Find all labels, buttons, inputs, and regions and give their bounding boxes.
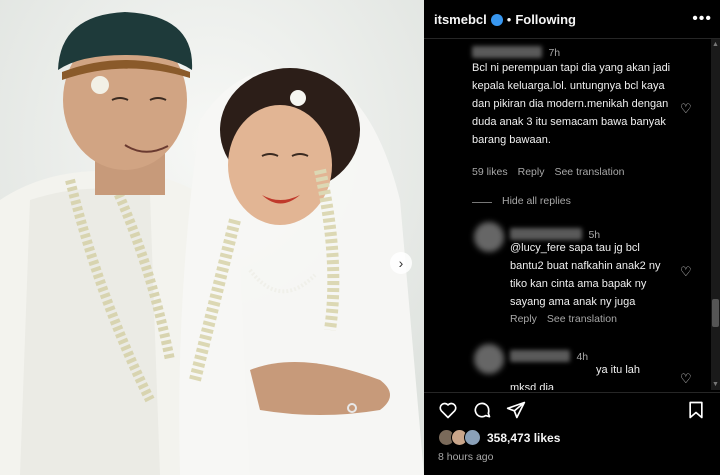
comment-text: Bcl ni perempuan tapi dia yang akan jadi… bbox=[472, 62, 671, 146]
more-options-icon[interactable]: ••• bbox=[692, 10, 712, 28]
see-translation-link[interactable]: See translation bbox=[554, 166, 624, 178]
likes-row: 358,473 likes bbox=[438, 429, 560, 446]
share-icon[interactable] bbox=[506, 400, 526, 420]
replies-divider bbox=[472, 202, 492, 214]
like-comment-heart-icon[interactable]: ♡ bbox=[680, 101, 692, 117]
instagram-post-viewer: › itsmebcl • Following ••• 7h Bcl ni per… bbox=[0, 0, 720, 475]
scroll-up-arrow-icon[interactable]: ▲ bbox=[712, 41, 719, 48]
reply-button[interactable]: Reply bbox=[518, 166, 545, 178]
comment-time: 7h bbox=[548, 47, 561, 59]
comments-list[interactable]: 7h Bcl ni perempuan tapi dia yang akan j… bbox=[424, 39, 711, 390]
blurred-username bbox=[510, 227, 582, 240]
reply-avatar[interactable] bbox=[474, 222, 504, 257]
reply-text: ya itu lah mksd dia bbox=[510, 364, 641, 390]
wedding-photo-illustration bbox=[0, 0, 424, 475]
reply-button[interactable]: Reply bbox=[510, 313, 537, 325]
reply-text: @lucy_fere sapa tau jg bcl bantu2 buat n… bbox=[510, 242, 661, 308]
hide-all-replies-button[interactable]: Hide all replies bbox=[502, 195, 571, 207]
like-reply-heart-icon[interactable]: ♡ bbox=[680, 264, 692, 280]
post-header: itsmebcl • Following ••• bbox=[424, 0, 720, 39]
hide-replies-row[interactable]: Hide all replies bbox=[472, 195, 571, 207]
bookmark-icon[interactable] bbox=[686, 400, 706, 420]
reply-meta: Reply See translation bbox=[510, 313, 617, 325]
likes-count[interactable]: 358,473 likes bbox=[487, 431, 560, 445]
blurred-avatar bbox=[474, 344, 504, 374]
comment-meta: 59 likes Reply See translation bbox=[472, 166, 625, 178]
header-separator: • bbox=[506, 11, 512, 27]
post-author-username[interactable]: itsmebcl bbox=[434, 12, 487, 27]
next-photo-button[interactable]: › bbox=[390, 252, 412, 274]
following-button[interactable]: Following bbox=[515, 12, 576, 27]
post-side-panel: itsmebcl • Following ••• 7h Bcl ni perem… bbox=[424, 0, 720, 475]
comment-icon[interactable] bbox=[472, 400, 492, 420]
post-actions-bar bbox=[424, 392, 720, 426]
reply-avatar[interactable] bbox=[474, 344, 504, 379]
chevron-right-icon: › bbox=[398, 255, 404, 271]
see-translation-link[interactable]: See translation bbox=[547, 313, 617, 325]
verified-badge-icon bbox=[490, 14, 503, 26]
blurred-avatar bbox=[474, 222, 504, 252]
post-photo[interactable]: › bbox=[0, 0, 424, 475]
heart-icon[interactable] bbox=[438, 400, 458, 420]
comment-likes-count[interactable]: 59 likes bbox=[472, 166, 508, 178]
liker-avatar[interactable] bbox=[464, 429, 481, 446]
post-timestamp[interactable]: 8 hours ago bbox=[438, 451, 493, 463]
comments-scrollbar[interactable]: ▲ ▼ bbox=[711, 39, 720, 390]
scroll-down-arrow-icon[interactable]: ▼ bbox=[712, 381, 719, 388]
like-reply-heart-icon[interactable]: ♡ bbox=[680, 371, 692, 387]
blurred-username bbox=[510, 349, 570, 362]
scrollbar-thumb[interactable] bbox=[712, 299, 719, 327]
blurred-username bbox=[472, 45, 542, 58]
